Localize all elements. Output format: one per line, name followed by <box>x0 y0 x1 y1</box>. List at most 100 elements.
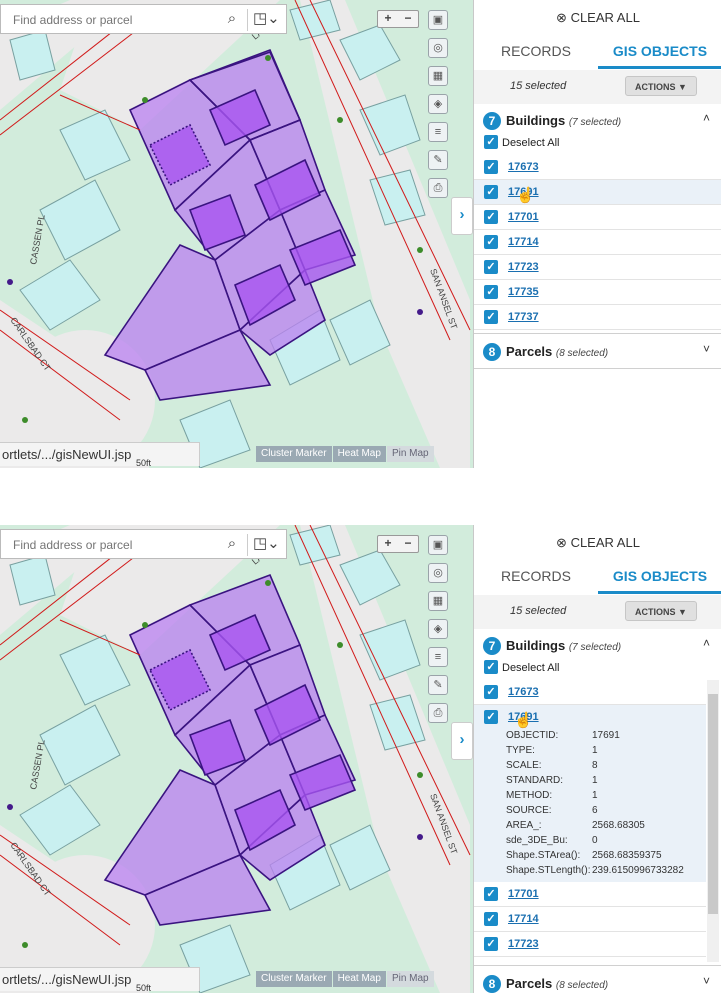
zoom-out-icon[interactable]: − <box>398 11 418 27</box>
layers-icon[interactable]: ◈ <box>428 619 448 639</box>
pin-map-tab[interactable]: Pin Map <box>386 446 434 462</box>
divider <box>474 965 721 966</box>
chevron-down-icon[interactable]: ˅ <box>703 974 710 988</box>
checkbox[interactable]: ✓ <box>484 160 498 174</box>
zoom-out-icon[interactable]: − <box>398 536 418 552</box>
tab-gis-objects[interactable]: GIS OBJECTS <box>598 35 721 69</box>
deselect-all-checkbox[interactable]: ✓ <box>484 660 498 674</box>
building-row[interactable]: ✓ 17737 <box>474 305 721 330</box>
measure-ruler-icon[interactable]: ≡ <box>428 647 448 667</box>
search-input[interactable] <box>1 5 237 35</box>
zoom-in-icon[interactable]: + <box>378 11 398 27</box>
building-link[interactable]: 17735 <box>508 286 539 298</box>
checkbox[interactable]: ✓ <box>484 685 498 699</box>
building-link[interactable]: 17673 <box>508 686 539 698</box>
locate-icon[interactable]: ◎ <box>428 38 448 58</box>
buildings-section-header[interactable]: 7 Buildings (7 selected) ˄ <box>474 108 721 134</box>
layers-icon[interactable]: ◈ <box>428 94 448 114</box>
search-icon[interactable]: ⌕ <box>223 535 241 553</box>
actions-button[interactable]: ACTIONS ▼ <box>625 76 697 96</box>
parcels-section-header[interactable]: 8 Parcels (8 selected) ˅ <box>474 971 721 993</box>
building-link[interactable]: 17701 <box>508 888 539 900</box>
chevron-down-icon[interactable]: ˅ <box>703 342 710 356</box>
divider <box>247 534 248 556</box>
checkbox[interactable]: ✓ <box>484 912 498 926</box>
building-link[interactable]: 17701 <box>508 211 539 223</box>
screenshot-frame-top: CASSEN PL CARLSBAD CT LASSEN SAN ANSEL S… <box>0 0 721 468</box>
locate-icon[interactable]: ◎ <box>428 563 448 583</box>
map-canvas[interactable]: CASSEN PL CARLSBAD CT LASSEN SAN ANSEL S… <box>0 0 473 468</box>
detail-key: AREA_: <box>506 820 542 831</box>
search-input[interactable] <box>1 530 237 560</box>
building-link[interactable]: 17673 <box>508 161 539 173</box>
actions-label: ACTIONS <box>635 607 676 617</box>
measure-ruler-icon[interactable]: ≡ <box>428 122 448 142</box>
tab-records[interactable]: RECORDS <box>474 35 598 69</box>
building-row[interactable]: ✓ 17714 <box>474 907 706 932</box>
map-view[interactable]: CASSEN PL CARLSBAD CT LASSEN SAN ANSEL S… <box>0 0 473 468</box>
building-row-expanded[interactable]: ✓ 17691 ☝ <box>474 705 706 730</box>
building-link[interactable]: 17723 <box>508 938 539 950</box>
print-icon[interactable]: ⎙ <box>428 703 448 723</box>
building-row[interactable]: ✓ 17714 <box>474 230 721 255</box>
building-row[interactable]: ✓ 17701 <box>474 882 706 907</box>
chevron-up-icon[interactable]: ˄ <box>703 636 710 650</box>
checkbox[interactable]: ✓ <box>484 235 498 249</box>
actions-button[interactable]: ACTIONS ▼ <box>625 601 697 621</box>
checkbox[interactable]: ✓ <box>484 260 498 274</box>
buildings-section-header[interactable]: 7 Buildings (7 selected) ˄ <box>474 633 721 659</box>
cluster-marker-tab[interactable]: Cluster Marker <box>256 446 332 462</box>
building-row[interactable]: ✓ 17673 <box>474 680 706 705</box>
tab-records[interactable]: RECORDS <box>474 560 598 594</box>
scrollbar-thumb[interactable] <box>708 694 718 914</box>
building-row[interactable]: ✓ 17735 <box>474 280 721 305</box>
clear-all-button[interactable]: ⊗ CLEAR ALL <box>474 0 721 35</box>
map-canvas[interactable]: CASSEN PL CARLSBAD CT LASSEN SAN ANSEL S… <box>0 525 473 993</box>
collapse-panel-button[interactable]: › <box>451 722 473 760</box>
checkbox[interactable]: ✓ <box>484 710 498 724</box>
deselect-all-label[interactable]: Deselect All <box>502 137 559 149</box>
parcels-count-badge: 8 <box>483 975 501 993</box>
building-link[interactable]: 17737 <box>508 311 539 323</box>
building-row[interactable]: ✓ 17723 <box>474 932 706 957</box>
cluster-marker-tab[interactable]: Cluster Marker <box>256 971 332 987</box>
checkbox[interactable]: ✓ <box>484 210 498 224</box>
building-row[interactable]: ✓ 17673 <box>474 155 721 180</box>
clear-all-label: CLEAR ALL <box>570 535 640 550</box>
checkbox[interactable]: ✓ <box>484 937 498 951</box>
fullscreen-icon[interactable]: ▣ <box>428 10 448 30</box>
heat-map-tab[interactable]: Heat Map <box>332 971 386 987</box>
search-icon[interactable]: ⌕ <box>223 10 241 28</box>
draw-shape-icon[interactable]: ◳⌄ <box>253 533 285 555</box>
zoom-in-icon[interactable]: + <box>378 536 398 552</box>
print-icon[interactable]: ⎙ <box>428 178 448 198</box>
building-row[interactable]: ✓ 17701 <box>474 205 721 230</box>
fullscreen-icon[interactable]: ▣ <box>428 535 448 555</box>
clear-all-button[interactable]: ⊗ CLEAR ALL <box>474 525 721 560</box>
checkbox[interactable]: ✓ <box>484 887 498 901</box>
building-row[interactable]: ✓ 17723 <box>474 255 721 280</box>
edit-pencil-icon[interactable]: ✎ <box>428 150 448 170</box>
pin-map-tab[interactable]: Pin Map <box>386 971 434 987</box>
chevron-up-icon[interactable]: ˄ <box>703 111 710 125</box>
deselect-all-label[interactable]: Deselect All <box>502 662 559 674</box>
building-row[interactable]: ✓ 17691 ☝ <box>474 180 721 205</box>
building-link[interactable]: 17714 <box>508 236 539 248</box>
checkbox[interactable]: ✓ <box>484 310 498 324</box>
edit-pencil-icon[interactable]: ✎ <box>428 675 448 695</box>
checkbox[interactable]: ✓ <box>484 185 498 199</box>
map-view[interactable]: CASSEN PL CARLSBAD CT LASSEN SAN ANSEL S… <box>0 525 473 993</box>
basemap-grid-icon[interactable]: ▦ <box>428 66 448 86</box>
deselect-all-checkbox[interactable]: ✓ <box>484 135 498 149</box>
selected-count: 15 selected <box>510 80 567 92</box>
parcels-section-header[interactable]: 8 Parcels (8 selected) ˅ <box>474 339 721 365</box>
tab-gis-objects[interactable]: GIS OBJECTS <box>598 560 721 594</box>
heat-map-tab[interactable]: Heat Map <box>332 446 386 462</box>
panel-scrollbar[interactable] <box>707 680 719 962</box>
draw-shape-icon[interactable]: ◳⌄ <box>253 8 285 30</box>
collapse-panel-button[interactable]: › <box>451 197 473 235</box>
basemap-grid-icon[interactable]: ▦ <box>428 591 448 611</box>
building-link[interactable]: 17714 <box>508 913 539 925</box>
checkbox[interactable]: ✓ <box>484 285 498 299</box>
building-link[interactable]: 17723 <box>508 261 539 273</box>
